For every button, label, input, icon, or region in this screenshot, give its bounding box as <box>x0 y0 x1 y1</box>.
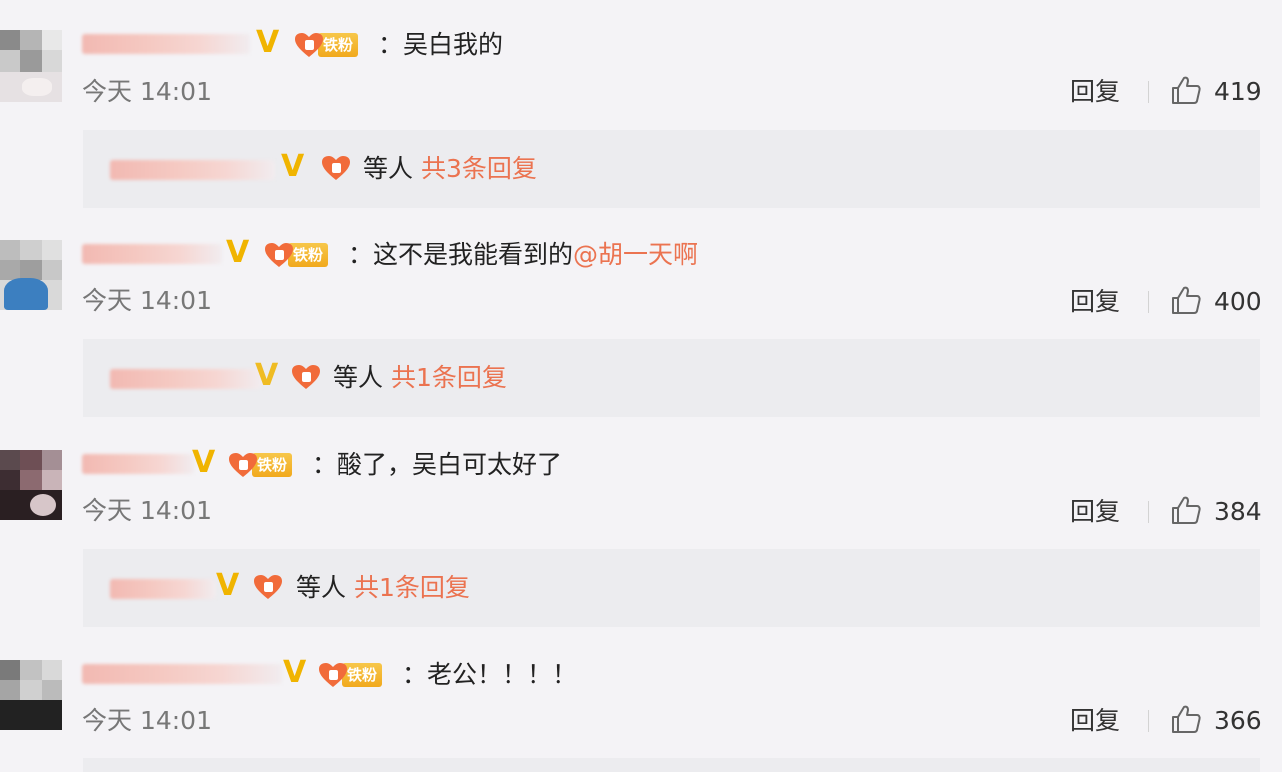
comment-text: ：吴白我的 <box>378 30 504 59</box>
reply-button[interactable]: 回复 <box>1070 77 1120 107</box>
fan-badge <box>321 155 351 181</box>
verified-v-icon: V <box>226 235 250 270</box>
fan-badge <box>291 364 321 390</box>
like-count: 419 <box>1214 77 1262 106</box>
reply-username-blurred <box>110 579 216 599</box>
reply-button[interactable]: 回复 <box>1070 287 1120 317</box>
fan-badge: 铁粉 <box>228 452 293 478</box>
thumbs-up-icon[interactable] <box>1170 703 1202 735</box>
heart-icon <box>264 242 294 268</box>
verified-v-icon: V <box>216 568 240 603</box>
avatar[interactable] <box>0 450 62 520</box>
timestamp: 今天 14:01 <box>82 496 212 525</box>
fan-label: 铁粉 <box>342 663 383 687</box>
verified-v-icon: V <box>255 358 279 393</box>
comment-text: ：老公！！！！ <box>402 660 578 689</box>
comment-body: 吴白我的 <box>403 30 504 59</box>
reply-button[interactable]: 回复 <box>1070 497 1120 527</box>
divider <box>1148 291 1149 313</box>
comment-body: 酸了，吴白可太好了 <box>337 450 563 479</box>
heart-icon <box>294 32 324 58</box>
divider <box>1148 81 1149 103</box>
avatar[interactable] <box>0 660 62 730</box>
username-blurred[interactable] <box>82 244 222 264</box>
reply-count-link[interactable]: 共1条回复 <box>354 573 470 602</box>
divider <box>1148 710 1149 732</box>
heart-icon <box>228 452 258 478</box>
like-count: 384 <box>1214 497 1262 526</box>
heart-icon <box>291 364 321 390</box>
heart-icon <box>253 574 283 600</box>
reply-button[interactable]: 回复 <box>1070 706 1120 736</box>
others-label: 等人 <box>363 154 414 183</box>
fan-label: 铁粉 <box>252 453 293 477</box>
comment-text: ：这不是我能看到的@胡一天啊 <box>348 240 699 269</box>
reply-username-blurred <box>110 160 275 180</box>
others-label: 等人 <box>333 363 384 392</box>
divider <box>1148 501 1149 523</box>
verified-v-icon: V <box>192 445 216 480</box>
username-blurred[interactable] <box>82 34 250 54</box>
username-blurred[interactable] <box>82 664 282 684</box>
like-count: 366 <box>1214 706 1262 735</box>
mention-link[interactable]: @胡一天啊 <box>573 240 698 269</box>
reply-preview[interactable]: V 等人 共1条回复 <box>83 549 1260 627</box>
heart-icon <box>321 155 351 181</box>
fan-badge <box>253 574 283 600</box>
avatar[interactable] <box>0 30 62 102</box>
thumbs-up-icon[interactable] <box>1170 494 1202 526</box>
others-label: 等人 <box>296 573 347 602</box>
like-count: 400 <box>1214 287 1262 316</box>
timestamp: 今天 14:01 <box>82 77 212 106</box>
reply-summary[interactable]: 等人 共3条回复 <box>363 154 537 184</box>
reply-preview[interactable]: V 等人 共1条回复 <box>83 339 1260 417</box>
fan-badge: 铁粉 <box>264 242 329 268</box>
timestamp: 今天 14:01 <box>82 706 212 735</box>
fan-badge: 铁粉 <box>318 662 383 688</box>
fan-label: 铁粉 <box>288 243 329 267</box>
verified-v-icon: V <box>256 25 280 60</box>
fan-label: 铁粉 <box>318 33 359 57</box>
reply-preview[interactable] <box>83 758 1260 772</box>
comment-text: ：酸了，吴白可太好了 <box>312 450 563 479</box>
heart-icon <box>318 662 348 688</box>
timestamp: 今天 14:01 <box>82 286 212 315</box>
verified-v-icon: V <box>283 655 307 690</box>
comment-body: 老公！！！！ <box>427 660 578 689</box>
comment-body: 这不是我能看到的 <box>373 240 574 269</box>
fan-badge: 铁粉 <box>294 32 359 58</box>
username-blurred[interactable] <box>82 454 194 474</box>
reply-username-blurred <box>110 369 262 389</box>
thumbs-up-icon[interactable] <box>1170 74 1202 106</box>
verified-v-icon: V <box>281 149 305 184</box>
reply-summary[interactable]: 等人 共1条回复 <box>333 363 507 393</box>
avatar[interactable] <box>0 240 62 310</box>
reply-preview[interactable]: V 等人 共3条回复 <box>83 130 1260 208</box>
reply-count-link[interactable]: 共1条回复 <box>391 363 507 392</box>
reply-count-link[interactable]: 共3条回复 <box>421 154 537 183</box>
reply-summary[interactable]: 等人 共1条回复 <box>296 573 470 603</box>
thumbs-up-icon[interactable] <box>1170 284 1202 316</box>
